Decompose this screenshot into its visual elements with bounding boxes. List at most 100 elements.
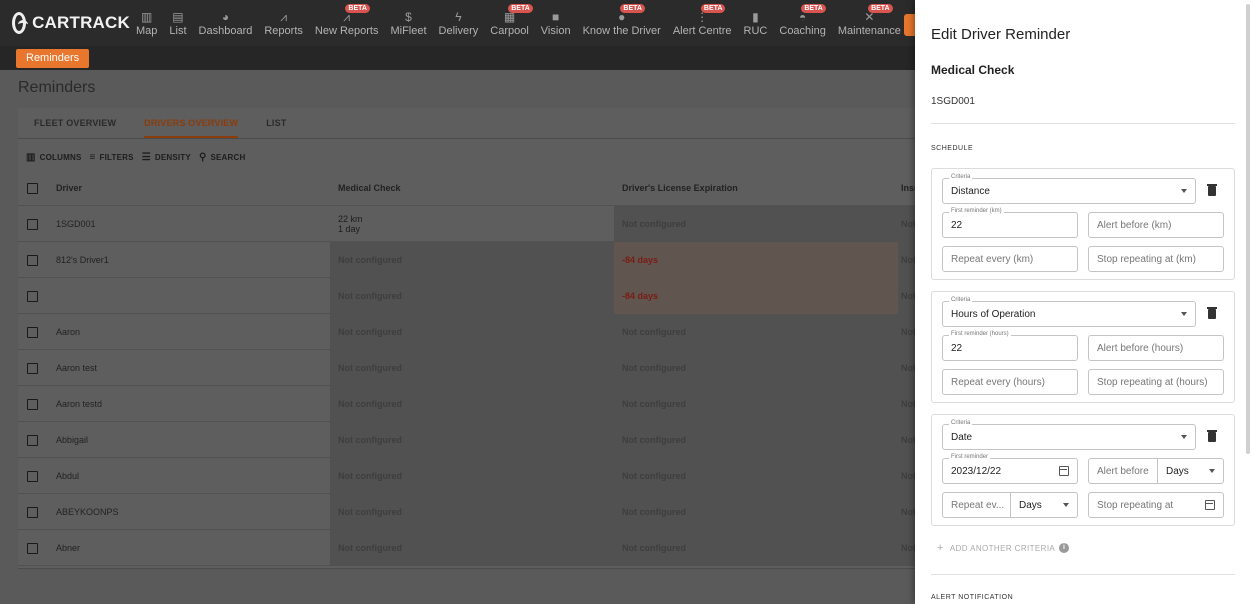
- medical-check-cell[interactable]: Not configured: [330, 386, 614, 422]
- stop-repeating-placeholder: Stop repeating at (hours): [1097, 376, 1208, 388]
- license-expiration-cell[interactable]: Not configured: [614, 206, 898, 242]
- header-driver[interactable]: Driver: [48, 170, 330, 206]
- row-checkbox[interactable]: [27, 506, 38, 518]
- nav-item-alert-centre[interactable]: ⋮ BETA Alert Centre: [667, 0, 738, 46]
- nav-item-vision[interactable]: ■ Vision: [535, 0, 577, 46]
- stop-repeating-km-field[interactable]: Stop repeating at (km): [1088, 246, 1224, 272]
- medical-check-cell[interactable]: Not configured: [330, 530, 614, 566]
- criteria-select-hours[interactable]: Criteria Hours of Operation: [942, 296, 1196, 327]
- medical-check-cell[interactable]: Not configured: [330, 350, 614, 386]
- tab-list[interactable]: LIST: [266, 108, 286, 138]
- first-reminder-value: 22: [951, 219, 963, 231]
- nav-item-reports[interactable]: ⩘ Reports: [258, 0, 309, 46]
- columns-button[interactable]: ▥ COLUMNS: [26, 152, 82, 163]
- header-license-expiration[interactable]: Driver's License Expiration: [614, 170, 898, 206]
- grid-header-row: Driver Medical Check Driver's License Ex…: [18, 170, 918, 206]
- header-medical-check[interactable]: Medical Check: [330, 170, 614, 206]
- info-icon[interactable]: i: [1059, 543, 1070, 553]
- density-button[interactable]: ☰ DENSITY: [142, 152, 191, 163]
- row-checkbox[interactable]: [27, 398, 38, 410]
- tab-fleet-overview[interactable]: FLEET OVERVIEW: [34, 108, 116, 138]
- nav-item-mifleet[interactable]: $ MiFleet: [384, 0, 432, 46]
- row-checkbox[interactable]: [27, 326, 38, 338]
- license-expiration-cell[interactable]: Not configured: [614, 422, 898, 458]
- row-checkbox[interactable]: [27, 218, 38, 230]
- row-checkbox[interactable]: [27, 254, 38, 266]
- table-row[interactable]: Aaron testd Not configured Not configured N…: [18, 386, 918, 422]
- stop-repeating-hours-field[interactable]: Stop repeating at (hours): [1088, 369, 1224, 395]
- license-expiration-cell[interactable]: Not configured: [614, 314, 898, 350]
- row-checkbox[interactable]: [27, 434, 38, 446]
- medical-check-value: Not configured: [338, 543, 402, 553]
- table-row[interactable]: ABEYKOONPS Not configured Not configured No…: [18, 494, 918, 530]
- nav-item-maintenance[interactable]: ✕ BETA Maintenance: [832, 0, 907, 46]
- driver-cell: 1SGD001: [56, 219, 96, 229]
- stop-repeating-date-field[interactable]: Stop repeating at: [1088, 492, 1224, 518]
- repeat-every-date-field[interactable]: Repeat ev...: [942, 492, 1011, 518]
- table-row[interactable]: 812's Driver1 Not configured -84 days Not: [18, 242, 918, 278]
- first-reminder-km-field[interactable]: First reminder (km) 22: [942, 207, 1078, 238]
- tab-drivers-overview[interactable]: DRIVERS OVERVIEW: [144, 108, 239, 138]
- table-row[interactable]: Abdul Not configured Not configured Not: [18, 458, 918, 494]
- nav-item-carpool[interactable]: ▦ BETA Carpool: [484, 0, 535, 46]
- nav-item-coaching[interactable]: ◓ BETA Coaching: [773, 0, 831, 46]
- nav-item-delivery[interactable]: ϟ Delivery: [433, 0, 485, 46]
- nav-item-new-reports[interactable]: ⩘ BETA New Reports: [309, 0, 385, 46]
- nav-item-ruc[interactable]: ▮ RUC: [738, 0, 774, 46]
- page-title: Reminders: [18, 79, 96, 96]
- row-checkbox[interactable]: [27, 362, 38, 374]
- first-reminder-hours-field[interactable]: First reminder (hours) 22: [942, 330, 1078, 361]
- alert-before-unit-select[interactable]: Days: [1157, 458, 1224, 484]
- drawer-divider: [931, 574, 1235, 575]
- filters-button[interactable]: ≡ FILTERS: [90, 152, 134, 163]
- license-expiration-cell[interactable]: -84 days: [614, 278, 898, 314]
- table-row[interactable]: Abner Not configured Not configured Not: [18, 530, 918, 566]
- license-expiration-cell[interactable]: Not configured: [614, 386, 898, 422]
- delete-icon[interactable]: [1207, 184, 1217, 196]
- delete-icon[interactable]: [1207, 430, 1217, 442]
- medical-check-cell[interactable]: Not configured: [330, 242, 614, 278]
- medical-check-cell[interactable]: Not configured: [330, 422, 614, 458]
- nav-item-know-the-driver[interactable]: ● BETA Know the Driver: [577, 0, 667, 46]
- first-reminder-date-field[interactable]: First reminder 2023/12/22: [942, 453, 1078, 484]
- medical-check-value: Not configured: [338, 471, 402, 481]
- criteria-select-distance[interactable]: Criteria Distance: [942, 173, 1196, 204]
- drawer-scrollbar[interactable]: [1246, 4, 1250, 454]
- calendar-icon[interactable]: [1205, 500, 1215, 510]
- repeat-every-km-field[interactable]: Repeat every (km): [942, 246, 1078, 272]
- row-checkbox[interactable]: [27, 542, 38, 554]
- alert-before-hours-field[interactable]: Alert before (hours): [1088, 335, 1224, 361]
- table-row[interactable]: Not configured -84 days Not: [18, 278, 918, 314]
- table-row[interactable]: Abbigail Not configured Not configured Not: [18, 422, 918, 458]
- medical-check-cell[interactable]: Not configured: [330, 314, 614, 350]
- license-expiration-cell[interactable]: Not configured: [614, 530, 898, 566]
- nav-item-dashboard[interactable]: ◕ Dashboard: [193, 0, 259, 46]
- add-another-criteria-button[interactable]: + ADD ANOTHER CRITERIA i: [937, 542, 1070, 554]
- select-all-checkbox[interactable]: [27, 182, 38, 194]
- license-expiration-cell[interactable]: Not configured: [614, 458, 898, 494]
- license-expiration-cell[interactable]: Not configured: [614, 350, 898, 386]
- brand-logo[interactable]: CARTRACK: [0, 12, 130, 34]
- alert-before-km-field[interactable]: Alert before (km): [1088, 212, 1224, 238]
- nav-item-map[interactable]: ▥ Map: [130, 0, 163, 46]
- row-checkbox[interactable]: [27, 470, 38, 482]
- medical-check-cell[interactable]: Not configured: [330, 278, 614, 314]
- delete-icon[interactable]: [1207, 307, 1217, 319]
- alert-before-date-field[interactable]: Alert before: [1088, 458, 1158, 484]
- table-row[interactable]: Aaron Not configured Not configured Not: [18, 314, 918, 350]
- nav-item-list[interactable]: ▤ List: [163, 0, 192, 46]
- row-checkbox[interactable]: [27, 290, 38, 302]
- license-expiration-cell[interactable]: Not configured: [614, 494, 898, 530]
- repeat-every-hours-field[interactable]: Repeat every (hours): [942, 369, 1078, 395]
- search-button[interactable]: ⚲ SEARCH: [199, 152, 246, 163]
- medical-check-cell[interactable]: Not configured: [330, 458, 614, 494]
- reminders-nav-button[interactable]: Reminders: [16, 49, 90, 68]
- repeat-every-unit-select[interactable]: Days: [1010, 492, 1078, 518]
- criteria-select-date[interactable]: Criteria Date: [942, 419, 1196, 450]
- license-expiration-cell[interactable]: -84 days: [614, 242, 898, 278]
- table-row[interactable]: 1SGD001 22 km 1 day Not configured Not: [18, 206, 918, 242]
- table-row[interactable]: Aaron test Not configured Not configured No…: [18, 350, 918, 386]
- calendar-icon[interactable]: [1059, 466, 1069, 476]
- medical-check-cell[interactable]: 22 km 1 day: [330, 206, 614, 242]
- medical-check-cell[interactable]: Not configured: [330, 494, 614, 530]
